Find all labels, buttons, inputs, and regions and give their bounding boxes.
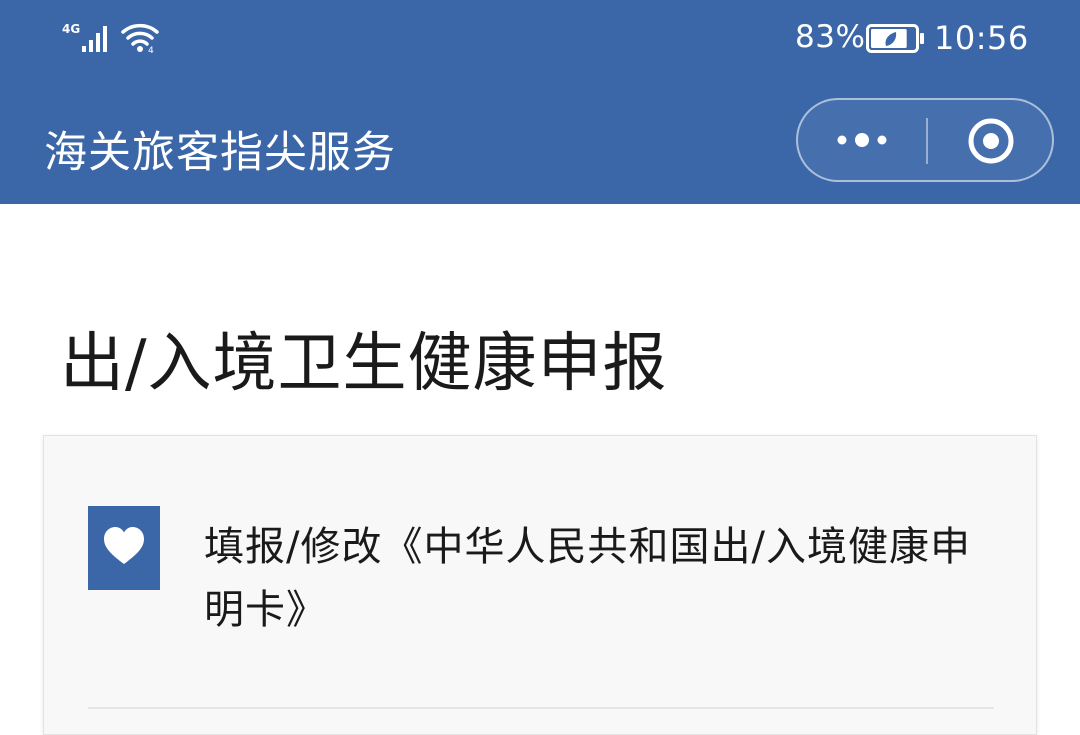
declaration-card: 填报/修改《中华人民共和国出/入境健康申明卡》 bbox=[43, 435, 1037, 735]
status-bar: 4G 4 83% 10:56 bbox=[0, 0, 1080, 80]
app-title: 海关旅客指尖服务 bbox=[44, 128, 396, 178]
battery-icon bbox=[866, 24, 926, 58]
more-button[interactable] bbox=[798, 100, 926, 180]
fill-health-declaration-item[interactable]: 填报/修改《中华人民共和国出/入境健康申明卡》 bbox=[44, 436, 1038, 708]
close-target-icon bbox=[968, 118, 1014, 164]
more-dots-icon bbox=[837, 133, 887, 147]
app-header: 4G 4 83% 10:56 海关旅客指尖服务 bbox=[0, 0, 1080, 204]
declaration-item-label: 填报/修改《中华人民共和国出/入境健康申明卡》 bbox=[204, 524, 971, 633]
heart-icon bbox=[88, 506, 160, 590]
clock-time: 10:56 bbox=[934, 19, 1029, 57]
page-title: 出/入境卫生健康申报 bbox=[60, 327, 668, 401]
battery-percent: 83% bbox=[795, 19, 866, 55]
svg-text:4: 4 bbox=[148, 46, 154, 54]
title-bar: 海关旅客指尖服务 bbox=[0, 80, 1080, 204]
wifi-icon: 4 bbox=[120, 20, 162, 58]
network-type-label: 4G bbox=[62, 22, 80, 36]
cellular-signal-icon: 4G bbox=[62, 20, 112, 58]
mini-program-capsule bbox=[796, 98, 1054, 182]
close-button[interactable] bbox=[928, 100, 1052, 180]
